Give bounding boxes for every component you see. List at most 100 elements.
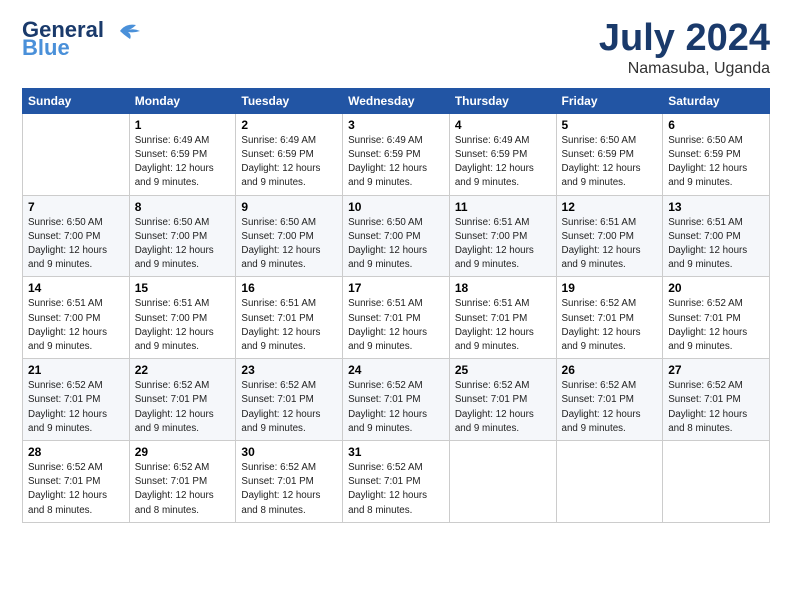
- calendar-cell: 4 Sunrise: 6:49 AMSunset: 6:59 PMDaylight…: [449, 113, 556, 195]
- day-number: 3: [348, 118, 444, 132]
- calendar-cell: 27 Sunrise: 6:52 AMSunset: 7:01 PMDayligh…: [663, 359, 770, 441]
- day-number: 25: [455, 363, 551, 377]
- calendar-cell: 17 Sunrise: 6:51 AMSunset: 7:01 PMDayligh…: [343, 277, 450, 359]
- week-row-4: 21 Sunrise: 6:52 AMSunset: 7:01 PMDayligh…: [23, 359, 770, 441]
- day-number: 5: [562, 118, 658, 132]
- day-number: 23: [241, 363, 337, 377]
- day-number: 22: [135, 363, 231, 377]
- day-info: Sunrise: 6:50 AMSunset: 7:00 PMDaylight:…: [135, 217, 214, 271]
- calendar-cell: 10 Sunrise: 6:50 AMSunset: 7:00 PMDayligh…: [343, 195, 450, 277]
- logo: General Blue: [22, 18, 144, 60]
- calendar-cell: 23 Sunrise: 6:52 AMSunset: 7:01 PMDayligh…: [236, 359, 343, 441]
- day-info: Sunrise: 6:52 AMSunset: 7:01 PMDaylight:…: [241, 380, 320, 434]
- day-info: Sunrise: 6:51 AMSunset: 7:01 PMDaylight:…: [348, 298, 427, 352]
- day-info: Sunrise: 6:49 AMSunset: 6:59 PMDaylight:…: [135, 135, 214, 189]
- calendar-cell: 25 Sunrise: 6:52 AMSunset: 7:01 PMDayligh…: [449, 359, 556, 441]
- col-header-sunday: Sunday: [23, 88, 130, 113]
- day-info: Sunrise: 6:51 AMSunset: 7:00 PMDaylight:…: [28, 298, 107, 352]
- calendar-cell: 31 Sunrise: 6:52 AMSunset: 7:01 PMDayligh…: [343, 441, 450, 523]
- calendar-cell: [449, 441, 556, 523]
- day-info: Sunrise: 6:51 AMSunset: 7:01 PMDaylight:…: [241, 298, 320, 352]
- calendar-cell: 1 Sunrise: 6:49 AMSunset: 6:59 PMDaylight…: [129, 113, 236, 195]
- calendar-cell: 19Sunrise: 6:52 AMSunset: 7:01 PMDayligh…: [556, 277, 663, 359]
- day-number: 7: [28, 200, 124, 214]
- calendar-cell: 24Sunrise: 6:52 AMSunset: 7:01 PMDayligh…: [343, 359, 450, 441]
- day-info: Sunrise: 6:52 AMSunset: 7:01 PMDaylight:…: [241, 462, 320, 516]
- day-number: 16: [241, 281, 337, 295]
- calendar-cell: 16 Sunrise: 6:51 AMSunset: 7:01 PMDayligh…: [236, 277, 343, 359]
- calendar-cell: 11Sunrise: 6:51 AMSunset: 7:00 PMDayligh…: [449, 195, 556, 277]
- calendar-cell: 14 Sunrise: 6:51 AMSunset: 7:00 PMDayligh…: [23, 277, 130, 359]
- day-info: Sunrise: 6:52 AMSunset: 7:01 PMDaylight:…: [28, 380, 107, 434]
- calendar-cell: 18 Sunrise: 6:51 AMSunset: 7:01 PMDayligh…: [449, 277, 556, 359]
- week-row-3: 14 Sunrise: 6:51 AMSunset: 7:00 PMDayligh…: [23, 277, 770, 359]
- day-info: Sunrise: 6:52 AMSunset: 7:01 PMDaylight:…: [135, 462, 214, 516]
- week-row-5: 28 Sunrise: 6:52 AMSunset: 7:01 PMDayligh…: [23, 441, 770, 523]
- day-number: 31: [348, 445, 444, 459]
- main-title: July 2024: [599, 18, 770, 60]
- day-number: 4: [455, 118, 551, 132]
- calendar-cell: 8 Sunrise: 6:50 AMSunset: 7:00 PMDaylight…: [129, 195, 236, 277]
- day-info: Sunrise: 6:49 AMSunset: 6:59 PMDaylight:…: [455, 135, 534, 189]
- day-info: Sunrise: 6:51 AMSunset: 7:01 PMDaylight:…: [455, 298, 534, 352]
- day-number: 12: [562, 200, 658, 214]
- calendar-cell: 28 Sunrise: 6:52 AMSunset: 7:01 PMDayligh…: [23, 441, 130, 523]
- week-row-1: 1 Sunrise: 6:49 AMSunset: 6:59 PMDaylight…: [23, 113, 770, 195]
- day-info: Sunrise: 6:52 AMSunset: 7:01 PMDaylight:…: [348, 462, 427, 516]
- day-number: 13: [668, 200, 764, 214]
- calendar-table: SundayMondayTuesdayWednesdayThursdayFrid…: [22, 88, 770, 523]
- day-number: 8: [135, 200, 231, 214]
- calendar-cell: [556, 441, 663, 523]
- week-row-2: 7 Sunrise: 6:50 AMSunset: 7:00 PMDaylight…: [23, 195, 770, 277]
- day-number: 29: [135, 445, 231, 459]
- day-number: 19: [562, 281, 658, 295]
- calendar-cell: 26 Sunrise: 6:52 AMSunset: 7:01 PMDayligh…: [556, 359, 663, 441]
- calendar-cell: 13Sunrise: 6:51 AMSunset: 7:00 PMDayligh…: [663, 195, 770, 277]
- calendar-cell: [23, 113, 130, 195]
- day-number: 26: [562, 363, 658, 377]
- day-info: Sunrise: 6:50 AMSunset: 6:59 PMDaylight:…: [668, 135, 747, 189]
- day-number: 15: [135, 281, 231, 295]
- day-info: Sunrise: 6:52 AMSunset: 7:01 PMDaylight:…: [28, 462, 107, 516]
- day-number: 17: [348, 281, 444, 295]
- day-info: Sunrise: 6:52 AMSunset: 7:01 PMDaylight:…: [562, 380, 641, 434]
- calendar-cell: 29 Sunrise: 6:52 AMSunset: 7:01 PMDayligh…: [129, 441, 236, 523]
- day-info: Sunrise: 6:49 AMSunset: 6:59 PMDaylight:…: [241, 135, 320, 189]
- day-number: 27: [668, 363, 764, 377]
- logo-blue: Blue: [22, 36, 70, 60]
- calendar-cell: 30 Sunrise: 6:52 AMSunset: 7:01 PMDayligh…: [236, 441, 343, 523]
- day-number: 1: [135, 118, 231, 132]
- day-number: 9: [241, 200, 337, 214]
- day-number: 18: [455, 281, 551, 295]
- day-number: 2: [241, 118, 337, 132]
- calendar-cell: 15 Sunrise: 6:51 AMSunset: 7:00 PMDayligh…: [129, 277, 236, 359]
- day-info: Sunrise: 6:51 AMSunset: 7:00 PMDaylight:…: [135, 298, 214, 352]
- logo-bird-icon: [112, 21, 144, 41]
- col-header-saturday: Saturday: [663, 88, 770, 113]
- day-number: 21: [28, 363, 124, 377]
- day-info: Sunrise: 6:51 AMSunset: 7:00 PMDaylight:…: [562, 217, 641, 271]
- calendar-cell: 7 Sunrise: 6:50 AMSunset: 7:00 PMDaylight…: [23, 195, 130, 277]
- day-number: 28: [28, 445, 124, 459]
- day-info: Sunrise: 6:50 AMSunset: 7:00 PMDaylight:…: [241, 217, 320, 271]
- calendar-cell: 21 Sunrise: 6:52 AMSunset: 7:01 PMDayligh…: [23, 359, 130, 441]
- calendar-cell: 2 Sunrise: 6:49 AMSunset: 6:59 PMDaylight…: [236, 113, 343, 195]
- day-number: 14: [28, 281, 124, 295]
- day-info: Sunrise: 6:50 AMSunset: 7:00 PMDaylight:…: [28, 217, 107, 271]
- day-info: Sunrise: 6:51 AMSunset: 7:00 PMDaylight:…: [455, 217, 534, 271]
- day-info: Sunrise: 6:50 AMSunset: 7:00 PMDaylight:…: [348, 217, 427, 271]
- col-header-monday: Monday: [129, 88, 236, 113]
- subtitle: Namasuba, Uganda: [599, 60, 770, 78]
- calendar-cell: [663, 441, 770, 523]
- day-number: 30: [241, 445, 337, 459]
- day-number: 10: [348, 200, 444, 214]
- day-info: Sunrise: 6:52 AMSunset: 7:01 PMDaylight:…: [135, 380, 214, 434]
- title-block: July 2024 Namasuba, Uganda: [599, 18, 770, 78]
- day-info: Sunrise: 6:52 AMSunset: 7:01 PMDaylight:…: [668, 380, 747, 434]
- day-info: Sunrise: 6:52 AMSunset: 7:01 PMDaylight:…: [455, 380, 534, 434]
- col-header-friday: Friday: [556, 88, 663, 113]
- calendar-cell: 12 Sunrise: 6:51 AMSunset: 7:00 PMDayligh…: [556, 195, 663, 277]
- day-number: 6: [668, 118, 764, 132]
- day-info: Sunrise: 6:52 AMSunset: 7:01 PMDaylight:…: [668, 298, 747, 352]
- day-info: Sunrise: 6:49 AMSunset: 6:59 PMDaylight:…: [348, 135, 427, 189]
